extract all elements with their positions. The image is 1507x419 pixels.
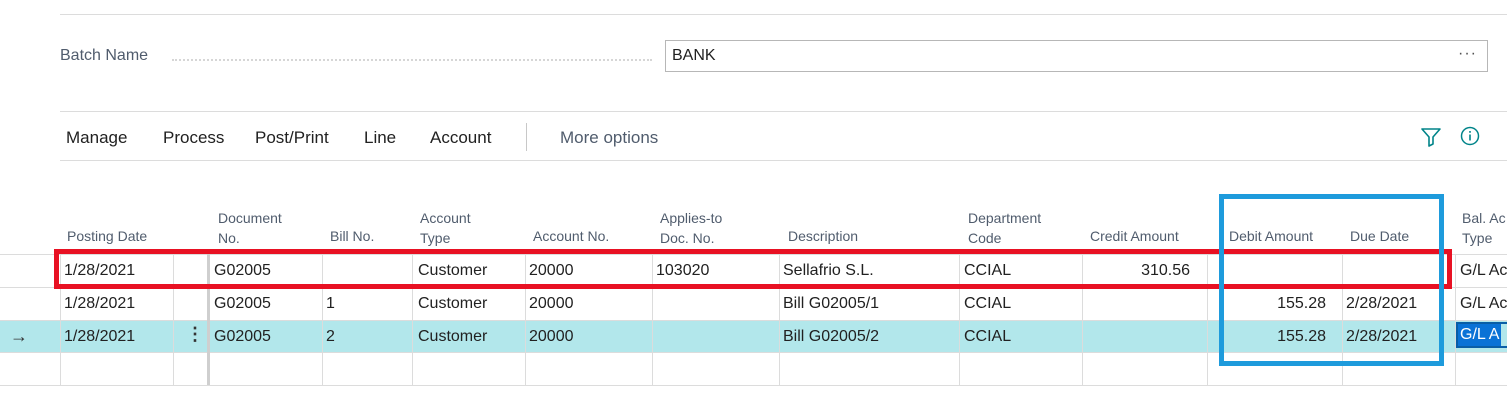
row3-due-date[interactable]: 2/28/2021	[1346, 328, 1417, 346]
col-document-no-line1: Document	[218, 210, 282, 226]
col-bal-account-type[interactable]: Bal. Ac Type	[1462, 208, 1506, 248]
action-separator	[526, 123, 527, 151]
grid-vline	[959, 254, 960, 385]
col-applies-to-line2: Doc. No.	[660, 230, 715, 246]
grid-hline	[0, 287, 1507, 288]
col-department-line2: Code	[968, 230, 1002, 246]
action-process[interactable]: Process	[163, 128, 224, 148]
col-applies-to-line1: Applies-to	[660, 210, 723, 226]
col-due-date[interactable]: Due Date	[1350, 226, 1409, 246]
batch-name-input[interactable]: BANK ···	[665, 40, 1488, 72]
row1-posting-date[interactable]: 1/28/2021	[64, 262, 135, 280]
col-credit-amount[interactable]: Credit Amount	[1090, 226, 1179, 246]
row1-bal-account-type[interactable]: G/L Ac	[1460, 262, 1507, 280]
action-line[interactable]: Line	[364, 128, 396, 148]
grid-hline	[0, 320, 1507, 321]
more-options-button[interactable]: More options	[560, 128, 658, 148]
col-bill-no[interactable]: Bill No.	[330, 226, 374, 246]
row1-document-no[interactable]: G02005	[214, 262, 271, 280]
top-divider	[60, 14, 1507, 15]
col-account-type[interactable]: Account Type	[420, 208, 471, 248]
grid-vline	[1207, 254, 1208, 385]
row2-due-date[interactable]: 2/28/2021	[1346, 295, 1417, 313]
grid-vline	[1342, 254, 1343, 385]
info-icon[interactable]	[1460, 126, 1480, 146]
row2-document-no[interactable]: G02005	[214, 295, 271, 313]
grid-vline	[525, 254, 526, 385]
col-account-type-line2: Type	[420, 230, 451, 246]
col-bal-account-line2: Type	[1462, 230, 1493, 246]
row3-bill-no[interactable]: 2	[326, 328, 335, 346]
col-bal-account-line1: Bal. Ac	[1462, 210, 1506, 226]
col-account-no[interactable]: Account No.	[533, 226, 609, 246]
row-actions-menu-icon[interactable]: ⋮	[186, 324, 204, 345]
action-account[interactable]: Account	[430, 128, 491, 148]
row1-applies-to[interactable]: 103020	[656, 262, 709, 280]
filter-icon[interactable]	[1420, 127, 1442, 147]
row3-bal-account-type: G/L A	[1458, 324, 1502, 346]
batch-name-lookup-button[interactable]: ···	[1458, 45, 1477, 63]
batch-name-label: Batch Name	[60, 47, 149, 64]
row2-bal-account-type[interactable]: G/L Ac	[1460, 295, 1507, 313]
grid-vline	[1455, 254, 1456, 385]
grid-hline	[0, 254, 1507, 255]
col-description[interactable]: Description	[788, 226, 858, 246]
row2-department[interactable]: CCIAL	[964, 295, 1011, 313]
row3-bal-account-type-field[interactable]: G/L A	[1456, 322, 1507, 348]
action-bar-top-divider	[60, 111, 1507, 112]
row2-account-type[interactable]: Customer	[418, 295, 487, 313]
action-bar-bottom-divider	[60, 160, 1507, 161]
action-post-print[interactable]: Post/Print	[255, 128, 329, 148]
row3-account-no[interactable]: 20000	[529, 328, 574, 346]
row3-document-no[interactable]: G02005	[214, 328, 271, 346]
row1-department[interactable]: CCIAL	[964, 262, 1011, 280]
col-department-line1: Department	[968, 210, 1042, 226]
current-row-arrow-icon: →	[10, 326, 28, 346]
col-posting-date[interactable]: Posting Date	[67, 226, 147, 246]
grid-vline	[173, 254, 174, 385]
action-manage[interactable]: Manage	[66, 128, 127, 148]
row2-debit-amount[interactable]: 155.28	[1210, 295, 1326, 313]
row3-posting-date[interactable]: 1/28/2021	[64, 328, 135, 346]
grid-vline	[322, 254, 323, 385]
col-department-code[interactable]: Department Code	[968, 208, 1041, 248]
row1-description[interactable]: Sellafrio S.L.	[783, 262, 874, 280]
col-account-type-line1: Account	[420, 210, 471, 226]
batch-name-value: BANK	[672, 47, 716, 64]
grid-vline	[60, 254, 61, 385]
grid-vline	[207, 254, 210, 385]
col-applies-to[interactable]: Applies-to Doc. No.	[660, 208, 722, 248]
grid-vline	[779, 254, 780, 385]
row2-bill-no[interactable]: 1	[326, 295, 335, 313]
row1-credit-amount[interactable]: 310.56	[1082, 262, 1190, 280]
row3-debit-amount[interactable]: 155.28	[1210, 328, 1326, 346]
row3-department[interactable]: CCIAL	[964, 328, 1011, 346]
row1-account-type[interactable]: Customer	[418, 262, 487, 280]
row2-account-no[interactable]: 20000	[529, 295, 574, 313]
grid-vline	[412, 254, 413, 385]
grid-hline	[0, 385, 1507, 386]
col-document-no[interactable]: Document No.	[218, 208, 282, 248]
col-document-no-line2: No.	[218, 230, 240, 246]
grid-vline	[652, 254, 653, 385]
row3-account-type[interactable]: Customer	[418, 328, 487, 346]
row3-description[interactable]: Bill G02005/2	[783, 328, 879, 346]
row1-account-no[interactable]: 20000	[529, 262, 574, 280]
grid-hline	[0, 352, 1507, 353]
row2-posting-date[interactable]: 1/28/2021	[64, 295, 135, 313]
batch-name-leader	[172, 59, 652, 61]
row2-description[interactable]: Bill G02005/1	[783, 295, 879, 313]
col-debit-amount[interactable]: Debit Amount	[1229, 226, 1313, 246]
